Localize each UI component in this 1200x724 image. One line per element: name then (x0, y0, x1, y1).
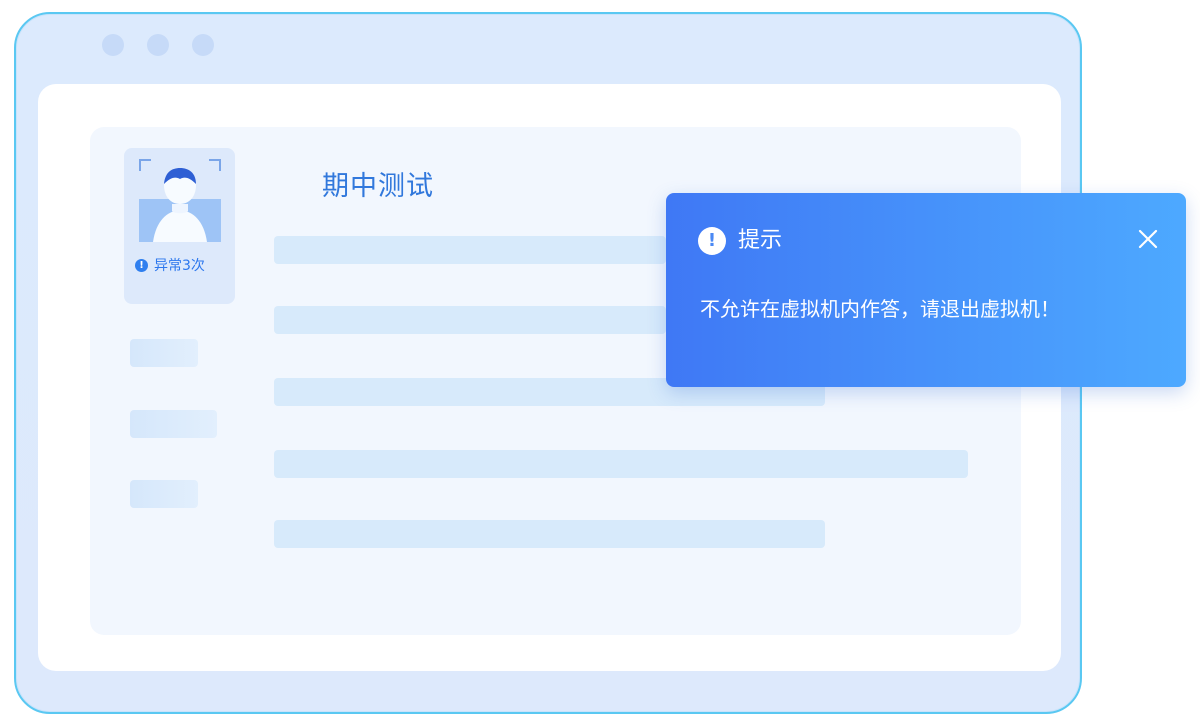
question-line-1 (274, 236, 666, 264)
exclamation-icon: ! (135, 258, 148, 272)
sidebar-placeholder-3 (130, 480, 198, 508)
exclamation-icon: ! (698, 227, 726, 255)
sidebar-placeholder-1 (130, 339, 198, 367)
dialog-title: 提示 (738, 228, 783, 253)
exception-warning: ! 异常3次 (135, 256, 205, 274)
question-line-2 (274, 306, 666, 334)
window-control-dot-3[interactable] (192, 34, 214, 56)
person-icon (153, 168, 207, 242)
close-icon[interactable] (1136, 227, 1160, 251)
page-title: 期中测试 (322, 171, 434, 202)
alert-dialog: ! 提示 不允许在虚拟机内作答，请退出虚拟机！ (666, 193, 1186, 387)
avatar (139, 159, 221, 242)
window-control-dot-2[interactable] (147, 34, 169, 56)
question-line-5 (274, 520, 825, 548)
exception-count: 异常3次 (154, 258, 205, 274)
dialog-message: 不允许在虚拟机内作答，请退出虚拟机！ (700, 297, 1060, 321)
sidebar-placeholder-2 (130, 410, 217, 438)
window-control-dot-1[interactable] (102, 34, 124, 56)
question-line-4 (274, 450, 968, 478)
